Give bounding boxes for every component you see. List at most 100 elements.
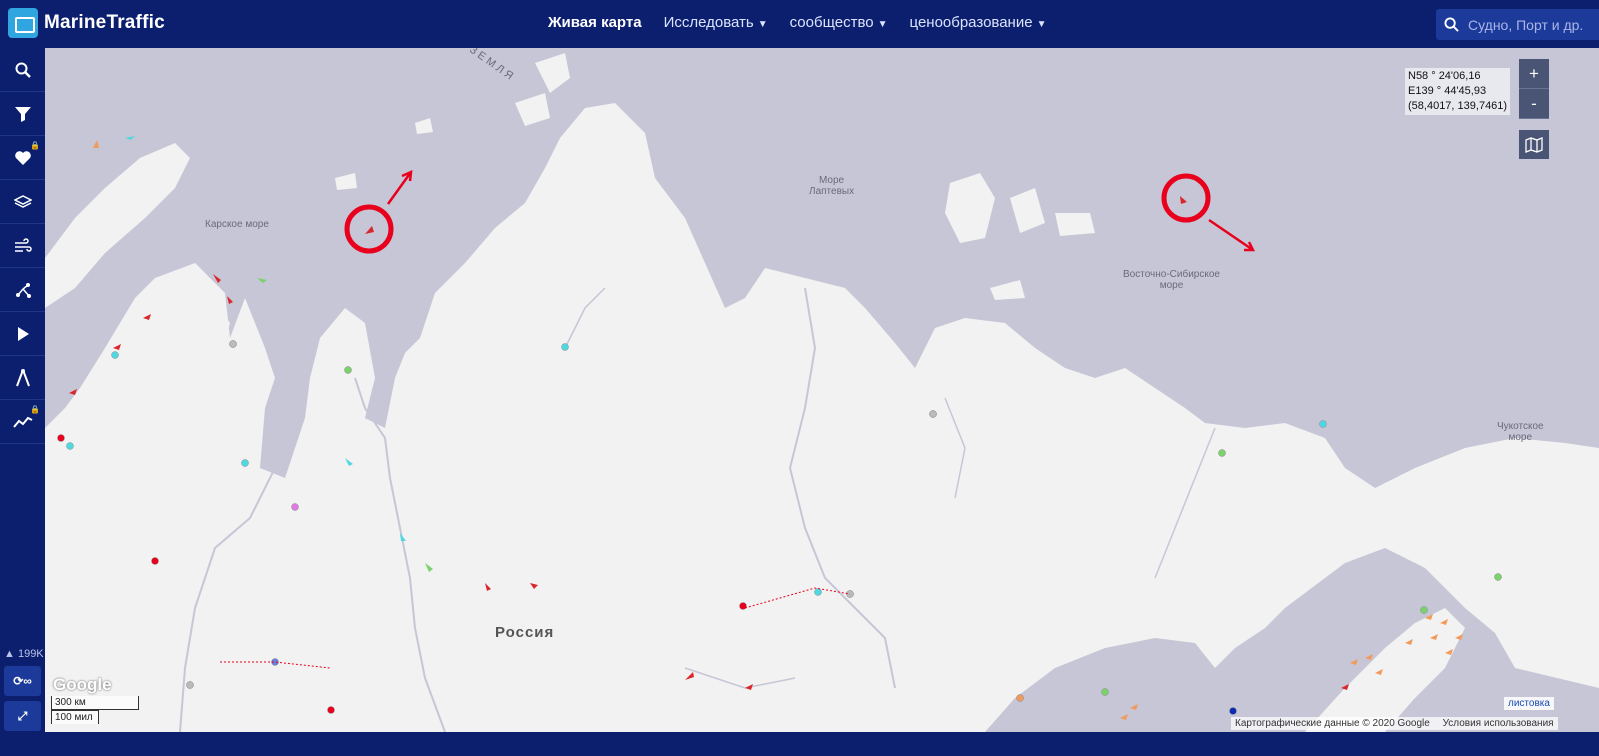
nav-pricing[interactable]: ценообразование ▼	[910, 14, 1047, 31]
brand-name: MarineTraffic	[44, 12, 165, 33]
search-input[interactable]	[1466, 15, 1598, 34]
vessel-dot	[814, 588, 822, 596]
layers-button[interactable]	[0, 180, 45, 224]
vessel-dot	[151, 557, 159, 565]
left-toolbar: 🔒 🔒 ▲ 199K ⟳ ∞ ⤢	[0, 48, 45, 756]
coord-longitude: E139 ° 44'45,93	[1408, 85, 1487, 97]
map-attribution: Картографические данные © 2020 Google Ус…	[1231, 717, 1558, 730]
vessel-dot	[1229, 707, 1237, 715]
top-navbar: MarineTraffic Живая карта Исследовать ▼ с…	[0, 0, 1599, 48]
vessel-count: ▲ 199K	[4, 648, 44, 660]
coord-latitude: N58 ° 24'06,16	[1408, 70, 1481, 82]
label-kara-sea: Карское море	[205, 219, 269, 230]
nav-live-map[interactable]: Живая карта	[548, 14, 642, 31]
vessel-dot	[291, 503, 299, 511]
label-chukchi-sea: Чукотское море	[1497, 421, 1544, 443]
wind-icon	[14, 237, 32, 252]
vessel-dot	[66, 442, 74, 450]
leaflet-link[interactable]: листовка	[1504, 697, 1554, 710]
vessel-dot	[739, 602, 747, 610]
land-new-siberian-islands	[945, 173, 1095, 243]
label-laptev-sea: Море Лаптевых	[809, 175, 855, 197]
vessel-dot	[561, 343, 569, 351]
vessel-marker-tanker	[1180, 196, 1187, 204]
coord-decimal: (58,4017, 139,7461)	[1408, 100, 1508, 112]
map-icon	[1525, 136, 1543, 153]
vessel-marker-fishing	[93, 140, 99, 148]
scale-km: 300 км	[51, 696, 139, 710]
lock-icon: 🔒	[30, 141, 40, 150]
playback-button[interactable]	[0, 312, 45, 356]
label-east-siberian-sea: Восточно-Сибирское море	[1123, 269, 1220, 291]
vessel-dot	[1420, 606, 1428, 614]
highlight-circle-kara	[344, 204, 394, 254]
nav-community[interactable]: сообщество ▼	[790, 14, 888, 31]
analytics-icon	[12, 416, 32, 428]
play-icon	[17, 326, 29, 341]
filter-icon	[14, 106, 31, 122]
analytics-button[interactable]: 🔒	[0, 400, 45, 444]
zoom-in-button[interactable]: +	[1519, 59, 1549, 89]
map-type-button[interactable]	[1519, 130, 1549, 159]
vessel-dot	[1218, 449, 1226, 457]
vessel-marker-tanker	[227, 296, 233, 304]
fullscreen-button[interactable]: ⤢	[4, 701, 41, 731]
chevron-down-icon: ▼	[877, 19, 888, 30]
vessel-dot	[344, 366, 352, 374]
map-base	[45, 53, 1599, 732]
vessel-dot	[229, 340, 237, 348]
scale-miles: 100 мил	[51, 710, 99, 724]
refresh-icon: ⟳	[13, 674, 24, 688]
land-severnaya-zemlya	[515, 53, 570, 126]
chevron-down-icon: ▼	[757, 19, 768, 30]
terms-link[interactable]: Условия использования	[1443, 718, 1554, 729]
cursor-coordinates: N58 ° 24'06,16 E139 ° 44'45,93 (58,4017,…	[1405, 68, 1511, 115]
vessel-dot	[1101, 688, 1109, 696]
vessel-dot	[111, 351, 119, 359]
fullscreen-icon: ⤢	[17, 708, 28, 723]
vessel-marker-tanker	[213, 274, 221, 283]
search-box[interactable]	[1436, 9, 1599, 40]
highlight-circle-east-siberian	[1161, 173, 1211, 223]
map-canvas[interactable]: Карское море Море Лаптевых Восточно-Сиби…	[45, 48, 1599, 732]
filter-button[interactable]	[0, 92, 45, 136]
search-icon	[15, 62, 31, 78]
measure-icon	[15, 368, 30, 386]
vessel-dot	[241, 459, 249, 467]
attribution-text: Картографические данные © 2020 Google	[1235, 718, 1430, 729]
my-fleet-button[interactable]: 🔒	[0, 136, 45, 180]
search-icon	[1436, 17, 1466, 32]
ship-logo-icon	[8, 8, 38, 38]
google-logo: Google	[53, 675, 112, 694]
infinity-toggle-button[interactable]: ⟳ ∞	[4, 666, 41, 696]
vessel-marker-passenger	[125, 136, 135, 140]
bottom-border	[45, 732, 1599, 756]
weather-button[interactable]	[0, 224, 45, 268]
vessel-marker-cargo	[257, 278, 267, 283]
direction-arrow-kara	[386, 169, 413, 205]
search-tool-button[interactable]	[0, 48, 45, 92]
lock-icon: 🔒	[30, 405, 40, 414]
vessel-dot	[186, 681, 194, 689]
main-nav: Живая карта Исследовать ▼ сообщество ▼ цен…	[548, 14, 1046, 31]
vessel-dot	[327, 706, 335, 714]
chevron-down-icon: ▼	[1036, 19, 1047, 30]
routes-button[interactable]	[0, 268, 45, 312]
vessel-dot	[57, 434, 65, 442]
layers-icon	[13, 194, 32, 208]
label-russia: Россия	[495, 624, 555, 641]
vessel-dot	[1319, 420, 1327, 428]
route-icon	[15, 282, 31, 298]
vessel-dot	[929, 410, 937, 418]
zoom-controls: + -	[1519, 59, 1549, 119]
vessel-dot	[1494, 573, 1502, 581]
direction-arrow-east-siberian	[1208, 218, 1256, 252]
vessel-marker-tanker	[365, 226, 374, 234]
nav-explore[interactable]: Исследовать ▼	[664, 14, 768, 31]
zoom-out-button[interactable]: -	[1519, 89, 1549, 119]
brand-logo[interactable]: MarineTraffic	[8, 8, 165, 38]
map-scale: 300 км 100 мил	[51, 696, 139, 724]
heart-icon	[14, 150, 31, 165]
vessel-dot	[1016, 694, 1024, 702]
measure-button[interactable]	[0, 356, 45, 400]
